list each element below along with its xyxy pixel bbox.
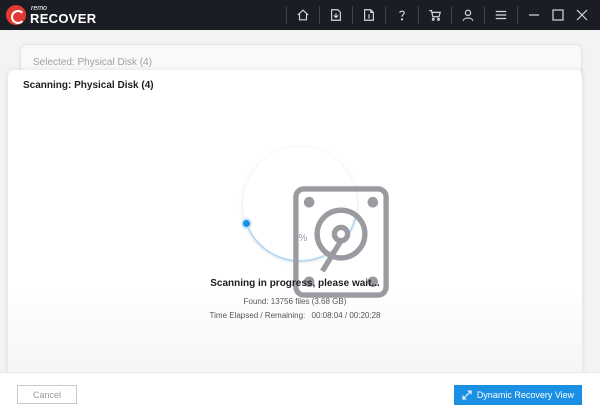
- scan-progress-ring: 1%: [239, 143, 389, 298]
- title-bar: remo RECOVER: [0, 0, 600, 30]
- logo-mark-icon: [6, 5, 26, 25]
- scan-title: Scanning: Physical Disk (4): [23, 80, 154, 91]
- progress-indicator: [240, 217, 252, 229]
- main-area: Selected: Physical Disk (4) Scanning: Ph…: [0, 30, 600, 420]
- files-found: Found: 13756 files (3.68 GB): [243, 297, 347, 306]
- toolbar: [282, 0, 600, 30]
- app-logo: remo RECOVER: [6, 4, 96, 26]
- toolbar-separator: [451, 6, 452, 24]
- home-icon[interactable]: [291, 0, 315, 30]
- footer-bar: Cancel Dynamic Recovery View: [0, 372, 600, 420]
- progress-percent: 1%: [292, 233, 308, 244]
- toolbar-separator: [517, 6, 518, 24]
- expand-icon: [462, 390, 472, 400]
- minimize-icon[interactable]: [522, 0, 546, 30]
- toolbar-separator: [319, 6, 320, 24]
- menu-icon[interactable]: [489, 0, 513, 30]
- scan-status: Scanning in progress, please wait...: [210, 278, 380, 289]
- toolbar-separator: [352, 6, 353, 24]
- time-elapsed: Time Elapsed / Remaining: 00:08:04 / 00:…: [8, 311, 582, 320]
- cart-icon[interactable]: [423, 0, 447, 30]
- open-file-icon[interactable]: [324, 0, 348, 30]
- time-elapsed-value: 00:08:04 / 00:20:28: [311, 311, 381, 320]
- toolbar-separator: [418, 6, 419, 24]
- dynamic-recovery-view-label: Dynamic Recovery View: [476, 390, 575, 400]
- toolbar-separator: [484, 6, 485, 24]
- save-file-icon[interactable]: [357, 0, 381, 30]
- help-icon[interactable]: [390, 0, 414, 30]
- dynamic-recovery-view-button[interactable]: Dynamic Recovery View: [454, 385, 582, 405]
- time-elapsed-label: Time Elapsed / Remaining:: [209, 311, 306, 320]
- toolbar-separator: [286, 6, 287, 24]
- maximize-icon[interactable]: [546, 0, 570, 30]
- selected-disk-label: Selected: Physical Disk (4): [33, 57, 152, 68]
- logo-big-text: RECOVER: [30, 11, 97, 26]
- toolbar-separator: [385, 6, 386, 24]
- scan-card: Scanning: Physical Disk (4) 1% Scanning …: [8, 70, 582, 410]
- user-icon[interactable]: [456, 0, 480, 30]
- close-icon[interactable]: [570, 0, 594, 30]
- cancel-button[interactable]: Cancel: [17, 385, 77, 404]
